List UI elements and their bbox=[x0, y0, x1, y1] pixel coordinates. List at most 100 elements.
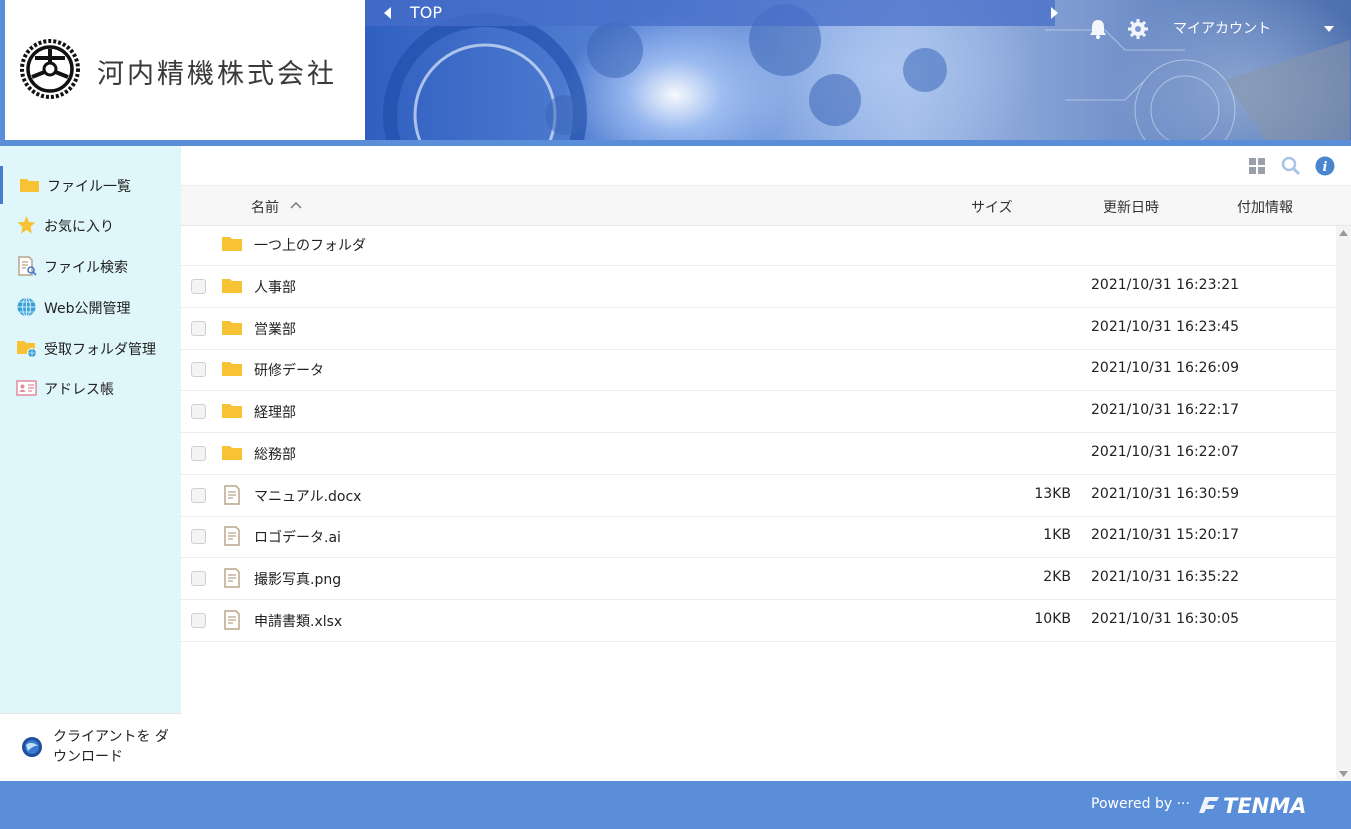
info-icon[interactable]: i bbox=[1315, 156, 1335, 176]
sidebar-item-web-publish[interactable]: Web公開管理 bbox=[0, 288, 181, 326]
breadcrumb: TOP bbox=[365, 0, 1058, 26]
row-size: 2KB bbox=[1043, 568, 1071, 585]
breadcrumb-top[interactable]: TOP bbox=[410, 3, 442, 22]
row-name: 人事部 bbox=[254, 280, 296, 296]
table-row[interactable]: 撮影写真.png 2KB 2021/10/31 16:35:22 bbox=[181, 558, 1336, 600]
row-name: マニュアル.docx bbox=[254, 488, 362, 505]
folder-icon bbox=[222, 362, 242, 377]
scroll-down-arrow-icon[interactable] bbox=[1339, 771, 1348, 777]
column-name-header[interactable]: 名前 bbox=[251, 197, 279, 217]
parent-folder-row[interactable]: 一つ上のフォルダ bbox=[181, 226, 1336, 266]
forward-arrow-icon[interactable] bbox=[1045, 4, 1063, 22]
header-banner: TOP マイアカウント bbox=[365, 0, 1351, 140]
column-extra-header[interactable]: 付加情報 bbox=[1237, 197, 1293, 217]
toolbar: i bbox=[181, 146, 1351, 186]
folder-icon bbox=[222, 279, 242, 293]
sidebar-item-label: 受取フォルダ管理 bbox=[44, 342, 156, 358]
sidebar-item-favorites[interactable]: お気に入り bbox=[0, 206, 181, 244]
row-checkbox[interactable] bbox=[191, 529, 206, 545]
row-name: ロゴデータ.ai bbox=[254, 530, 341, 547]
row-modified-date: 2021/10/31 16:23:45 bbox=[1091, 318, 1240, 335]
sidebar-item-label: Web公開管理 bbox=[44, 301, 131, 317]
row-modified-date: 2021/10/31 16:22:07 bbox=[1091, 443, 1240, 460]
tenma-logo: TENMA bbox=[1199, 794, 1306, 818]
company-logo-mark bbox=[20, 39, 80, 99]
folder-icon bbox=[222, 445, 242, 460]
row-name: 申請書類.xlsx bbox=[254, 613, 343, 630]
row-modified-date: 2021/10/31 16:26:09 bbox=[1091, 360, 1240, 377]
table-row[interactable]: 営業部 2021/10/31 16:23:45 bbox=[181, 308, 1336, 350]
my-account-menu[interactable]: マイアカウント bbox=[1173, 18, 1271, 38]
folder-globe-icon bbox=[17, 341, 37, 358]
row-name: 総務部 bbox=[254, 446, 296, 463]
column-modified-header[interactable]: 更新日時 bbox=[1103, 197, 1159, 217]
scroll-up-arrow-icon[interactable] bbox=[1339, 230, 1348, 236]
row-modified-date: 2021/10/31 16:30:59 bbox=[1091, 485, 1240, 502]
search-icon[interactable] bbox=[1281, 156, 1301, 176]
client-download-button[interactable]: クライアントを ダウンロード bbox=[0, 713, 181, 781]
gear-icon[interactable] bbox=[1127, 18, 1149, 40]
chevron-down-icon[interactable] bbox=[1323, 24, 1335, 34]
file-search-icon bbox=[18, 256, 37, 276]
globe-icon bbox=[17, 297, 36, 317]
row-checkbox[interactable] bbox=[191, 320, 206, 336]
sidebar-item-file-search[interactable]: ファイル検索 bbox=[0, 247, 181, 285]
row-modified-date: 2021/10/31 16:30:05 bbox=[1091, 610, 1240, 627]
table-header: 名前 サイズ 更新日時 付加情報 bbox=[181, 186, 1351, 226]
parent-folder-label: 一つ上のフォルダ bbox=[254, 238, 366, 254]
table-row[interactable]: マニュアル.docx 13KB 2021/10/31 16:30:59 bbox=[181, 475, 1336, 517]
row-checkbox[interactable] bbox=[191, 445, 206, 461]
row-name: 研修データ bbox=[254, 363, 324, 380]
table-row[interactable]: 総務部 2021/10/31 16:22:07 bbox=[181, 433, 1336, 475]
row-checkbox[interactable] bbox=[191, 487, 206, 503]
row-name: 撮影写真.png bbox=[254, 571, 342, 588]
sidebar-item-label: ファイル検索 bbox=[44, 260, 128, 276]
row-checkbox[interactable] bbox=[191, 404, 206, 420]
vertical-scrollbar[interactable] bbox=[1336, 226, 1351, 781]
sidebar-item-label: ファイル一覧 bbox=[47, 179, 131, 195]
row-checkbox[interactable] bbox=[191, 570, 206, 586]
file-icon bbox=[224, 568, 240, 588]
client-download-label: クライアントを ダウンロード bbox=[53, 729, 169, 765]
column-size-header[interactable]: サイズ bbox=[971, 197, 1013, 217]
grid-view-icon[interactable] bbox=[1247, 156, 1267, 176]
back-arrow-icon[interactable] bbox=[379, 4, 397, 22]
row-name: 経理部 bbox=[254, 405, 296, 422]
row-size: 13KB bbox=[1034, 485, 1071, 502]
sort-ascending-icon[interactable] bbox=[289, 200, 303, 210]
table-row[interactable]: 申請書類.xlsx 10KB 2021/10/31 16:30:05 bbox=[181, 600, 1336, 642]
row-modified-date: 2021/10/31 16:23:21 bbox=[1091, 277, 1240, 293]
file-icon bbox=[224, 609, 240, 630]
table-row[interactable]: ロゴデータ.ai 1KB 2021/10/31 15:20:17 bbox=[181, 516, 1336, 559]
row-modified-date: 2021/10/31 16:22:17 bbox=[1091, 402, 1240, 419]
folder-icon bbox=[222, 404, 242, 419]
row-checkbox[interactable] bbox=[191, 612, 206, 628]
table-row[interactable]: 経理部 2021/10/31 16:22:17 bbox=[181, 391, 1336, 434]
svg-text:i: i bbox=[1323, 160, 1328, 175]
table-row[interactable]: 人事部 2021/10/31 16:23:21 bbox=[181, 266, 1336, 308]
address-book-icon bbox=[16, 380, 37, 396]
table-row[interactable]: 研修データ 2021/10/31 16:26:09 bbox=[181, 349, 1336, 392]
file-list-panel: i 名前 サイズ 更新日時 付加情報 一つ上のフォルダ 人事部 2021/10/3… bbox=[181, 146, 1351, 781]
sidebar-item-label: アドレス帳 bbox=[44, 382, 114, 398]
row-size: 10KB bbox=[1034, 610, 1071, 627]
row-modified-date: 2021/10/31 16:35:22 bbox=[1091, 568, 1240, 585]
globe-download-icon bbox=[22, 737, 42, 757]
file-icon bbox=[224, 484, 240, 505]
folder-icon bbox=[222, 320, 242, 335]
powered-by-text: Powered by ··· bbox=[1091, 796, 1190, 812]
sidebar-item-file-list[interactable]: ファイル一覧 bbox=[0, 166, 181, 204]
bell-icon[interactable] bbox=[1087, 18, 1109, 40]
tenma-brand-text: TENMA bbox=[1223, 794, 1306, 818]
company-logo[interactable]: 河内精機株式会社 bbox=[5, 0, 365, 140]
footer: Powered by ··· TENMA bbox=[0, 781, 1351, 829]
star-icon bbox=[17, 216, 36, 234]
row-checkbox[interactable] bbox=[191, 362, 206, 378]
sidebar-item-address-book[interactable]: アドレス帳 bbox=[0, 369, 181, 407]
company-name: 河内精機株式会社 bbox=[97, 59, 337, 90]
sidebar-item-label: お気に入り bbox=[44, 219, 114, 235]
sidebar-item-receive-folder[interactable]: 受取フォルダ管理 bbox=[0, 329, 181, 367]
folder-icon bbox=[20, 179, 39, 192]
row-checkbox[interactable] bbox=[191, 279, 206, 294]
header: 河内精機株式会社 TOP マイアカウント bbox=[0, 0, 1351, 146]
